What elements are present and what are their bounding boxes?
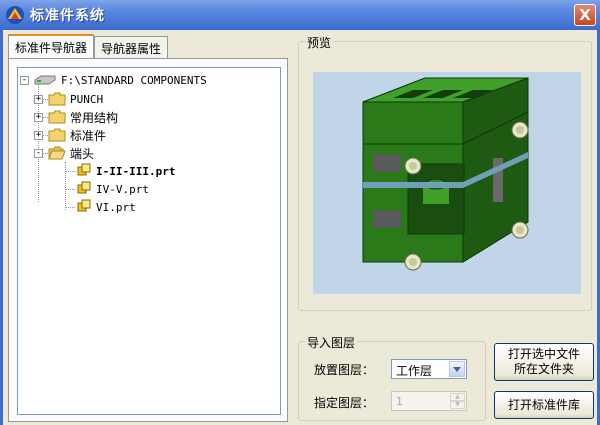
collapse-icon[interactable]: - xyxy=(20,75,29,85)
open-folder-label-line2: 所在文件夹 xyxy=(513,362,574,376)
tree-item-part-2[interactable]: IV-V.prt xyxy=(74,180,149,198)
tree-item-end-head[interactable]: - 端头 xyxy=(34,144,94,162)
tree-item-label: IV-V.prt xyxy=(96,182,149,196)
open-folder-label-line1: 打开选中文件 xyxy=(507,347,580,361)
tree-item-label: PUNCH xyxy=(70,92,104,106)
close-button[interactable]: X xyxy=(574,4,596,26)
part-icon xyxy=(77,163,91,176)
tab-navigator-properties[interactable]: 导航器属性 xyxy=(94,36,169,58)
drive-icon xyxy=(34,75,56,85)
specify-layer-value: 1 xyxy=(396,395,403,408)
tree-item-common-structures[interactable]: + 常用结构 xyxy=(34,108,118,126)
specify-layer-spinner[interactable]: 1 ▲ ▼ xyxy=(391,391,467,411)
specify-layer-label: 指定图层： xyxy=(314,396,375,410)
tab-navigator-label: 标准件导航器 xyxy=(15,41,88,55)
tree-item-label: VI.prt xyxy=(96,200,136,214)
tree-item-part-3[interactable]: VI.prt xyxy=(74,198,136,216)
close-icon: X xyxy=(579,5,591,24)
preview-legend: 预览 xyxy=(305,34,334,51)
place-layer-value: 工作层 xyxy=(396,364,433,378)
chevron-down-icon[interactable] xyxy=(449,361,465,377)
tab-properties-label: 导航器属性 xyxy=(101,42,162,56)
place-layer-dropdown[interactable]: 工作层 xyxy=(391,359,467,379)
tree-root[interactable]: - F:\STANDARD COMPONENTS xyxy=(20,71,207,89)
spin-down-icon[interactable]: ▼ xyxy=(450,401,465,409)
open-library-label: 打开标准件库 xyxy=(507,398,580,412)
part-icon xyxy=(77,181,91,194)
navigator-panel: - F:\STANDARD COMPONENTS + PUNCH + 常用结构 … xyxy=(8,58,288,422)
folder-icon xyxy=(48,128,66,142)
tree-item-part-1[interactable]: I-II-III.prt xyxy=(74,162,175,180)
tree-root-label: F:\STANDARD COMPONENTS xyxy=(61,73,207,87)
tree-item-standard-parts[interactable]: + 标准件 xyxy=(34,126,106,144)
folder-icon xyxy=(48,110,66,124)
folder-icon xyxy=(48,92,66,106)
component-tree[interactable]: - F:\STANDARD COMPONENTS + PUNCH + 常用结构 … xyxy=(17,67,281,415)
expand-icon[interactable]: + xyxy=(34,94,43,104)
place-layer-label: 放置图层： xyxy=(314,363,375,377)
preview-viewport xyxy=(313,72,581,294)
title-bar: 标准件系统 X xyxy=(0,0,600,30)
tree-item-punch[interactable]: + PUNCH xyxy=(34,90,103,108)
mold-model-image xyxy=(362,77,529,271)
open-standard-library-button[interactable]: 打开标准件库 xyxy=(494,391,594,419)
open-containing-folder-button[interactable]: 打开选中文件 所在文件夹 xyxy=(494,343,594,381)
tab-navigator[interactable]: 标准件导航器 xyxy=(8,34,95,58)
spin-up-icon[interactable]: ▲ xyxy=(450,393,465,401)
import-layer-legend: 导入图层 xyxy=(305,334,358,351)
tree-item-label: 标准件 xyxy=(70,128,107,143)
expand-icon[interactable]: + xyxy=(34,112,43,122)
tree-item-label: 常用结构 xyxy=(70,110,119,125)
folder-open-icon xyxy=(48,146,66,160)
window-title: 标准件系统 xyxy=(30,8,105,24)
expand-icon[interactable]: + xyxy=(34,130,43,140)
tab-strip: 标准件导航器 导航器属性 xyxy=(8,34,169,58)
part-icon xyxy=(77,199,91,212)
app-icon xyxy=(6,6,24,24)
tree-item-label: I-II-III.prt xyxy=(96,164,176,178)
collapse-icon[interactable]: - xyxy=(34,148,43,158)
tree-item-label: 端头 xyxy=(70,146,95,161)
